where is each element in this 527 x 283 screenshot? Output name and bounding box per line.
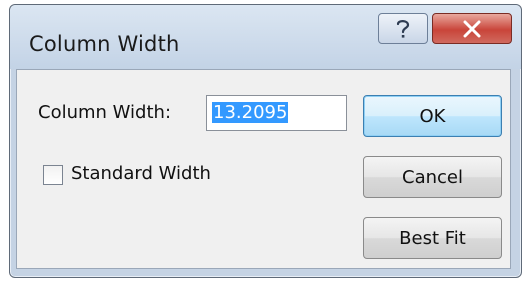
close-icon [463, 20, 481, 37]
column-width-dialog: Column Width Column Width: 13.2095 Stand… [9, 4, 522, 278]
help-button[interactable] [378, 13, 428, 44]
column-width-value: 13.2095 [212, 102, 289, 123]
standard-width-label[interactable]: Standard Width [71, 163, 211, 184]
cancel-button[interactable]: Cancel [363, 156, 502, 198]
best-fit-button[interactable]: Best Fit [363, 217, 502, 259]
column-width-label: Column Width: [38, 102, 172, 123]
close-button[interactable] [432, 13, 512, 44]
ok-button[interactable]: OK [363, 95, 502, 137]
help-icon [396, 19, 410, 38]
dialog-body: Column Width: 13.2095 Standard Width OK … [16, 69, 511, 269]
title-bar[interactable]: Column Width [10, 5, 521, 69]
column-width-input[interactable]: 13.2095 [206, 95, 347, 131]
standard-width-checkbox[interactable] [43, 165, 63, 185]
dialog-title: Column Width [29, 32, 180, 56]
